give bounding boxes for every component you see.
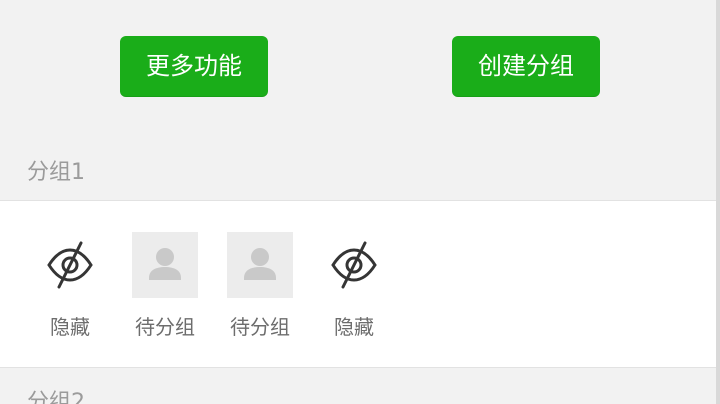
eye-slash-icon [37, 232, 103, 298]
member-item-hidden[interactable]: 隐藏 [314, 232, 394, 342]
member-label: 待分组 [135, 315, 195, 339]
scrollbar-edge [716, 0, 720, 404]
create-group-button[interactable]: 创建分组 [452, 36, 600, 97]
group-members-panel: 隐藏 待分组 待分组 隐藏 [0, 200, 720, 368]
group-manager-screen: 更多功能 创建分组 分组1 隐藏 待分组 待分组 隐藏 分组2 [0, 0, 720, 404]
person-placeholder-icon [132, 232, 198, 298]
person-placeholder-icon [227, 232, 293, 298]
member-item-ungrouped[interactable]: 待分组 [220, 232, 300, 342]
eye-slash-icon [321, 232, 387, 298]
group-title: 分组1 [27, 160, 85, 185]
member-item-hidden[interactable]: 隐藏 [30, 232, 110, 342]
member-label: 隐藏 [334, 315, 374, 339]
more-functions-button[interactable]: 更多功能 [120, 36, 268, 97]
member-label: 隐藏 [50, 315, 90, 339]
member-label: 待分组 [230, 315, 290, 339]
group-title: 分组2 [27, 390, 85, 404]
member-item-ungrouped[interactable]: 待分组 [125, 232, 205, 342]
